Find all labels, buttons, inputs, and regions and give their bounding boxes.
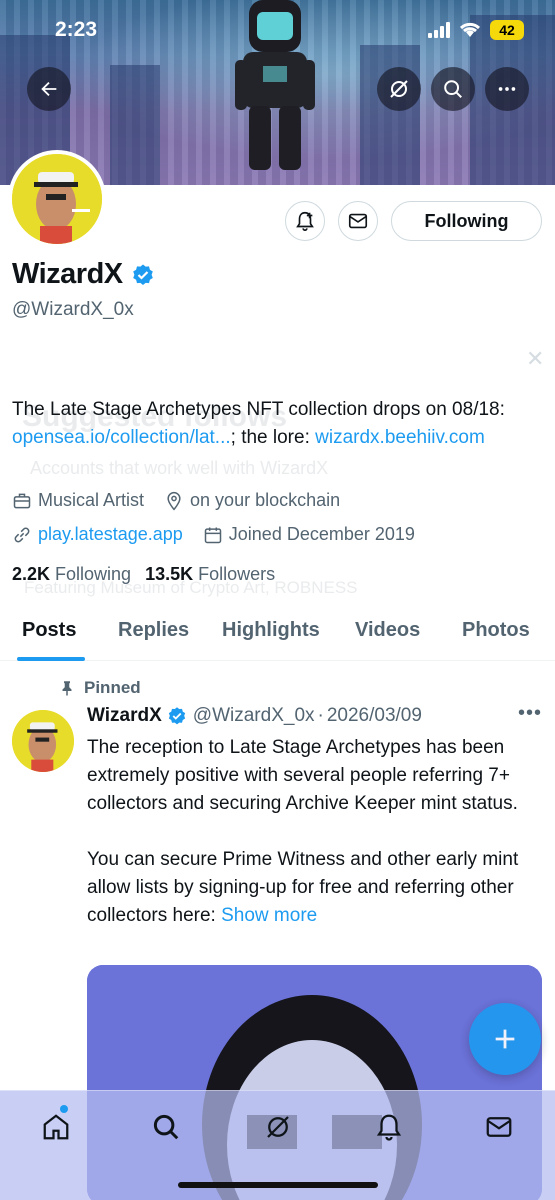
grok-button[interactable] xyxy=(377,67,421,111)
profile-avatar[interactable] xyxy=(8,150,106,248)
following-stat[interactable]: 2.2K Following xyxy=(12,564,131,585)
bio-text: ; the lore: xyxy=(230,427,316,448)
nav-home[interactable] xyxy=(40,1111,72,1143)
pinned-text: Pinned xyxy=(84,678,141,697)
more-options-button[interactable] xyxy=(485,67,529,111)
active-tab-indicator xyxy=(17,657,85,661)
profile-location: on your blockchain xyxy=(190,490,341,510)
tab-highlights[interactable]: Highlights xyxy=(222,619,320,642)
wifi-icon xyxy=(459,22,481,37)
envelope-icon xyxy=(486,1117,512,1137)
tab-replies[interactable]: Replies xyxy=(118,619,189,642)
back-button[interactable] xyxy=(27,67,71,111)
post-date[interactable]: 2026/03/09 xyxy=(327,705,422,727)
notification-subscribe-button[interactable] xyxy=(285,201,325,241)
tab-photos[interactable]: Photos xyxy=(462,619,530,642)
bell-icon xyxy=(376,1114,402,1141)
more-icon xyxy=(498,87,516,91)
dismiss-suggestions-icon[interactable]: ✕ xyxy=(526,346,544,372)
post-separator: · xyxy=(317,705,324,726)
bio-opensea-link[interactable]: opensea.io/collection/lat... xyxy=(12,427,231,448)
search-icon xyxy=(153,1114,179,1140)
nav-grok[interactable] xyxy=(262,1111,294,1143)
followers-count: 13.5K xyxy=(145,564,194,584)
post-header: WizardX @WizardX_0x · 2026/03/09 xyxy=(87,705,422,727)
following-label: Following xyxy=(55,564,132,584)
followers-stat[interactable]: 13.5K Followers xyxy=(145,564,275,585)
envelope-icon xyxy=(348,213,368,229)
post-author-handle[interactable]: @WizardX_0x xyxy=(193,705,315,727)
grok-icon xyxy=(390,80,408,98)
bell-plus-icon xyxy=(296,211,314,231)
verified-badge-icon xyxy=(168,707,185,725)
compose-post-button[interactable] xyxy=(469,1003,541,1075)
suggested-follows-subtitle: Accounts that work well with WizardX xyxy=(30,458,329,478)
profile-category: Musical Artist xyxy=(38,490,145,510)
profile-name-row: WizardX xyxy=(12,258,155,291)
post-paragraph: The reception to Late Stage Archetypes h… xyxy=(87,737,518,814)
profile-meta-row: play.latestage.app Joined December 2019 xyxy=(12,524,435,545)
profile-name: WizardX xyxy=(12,258,123,290)
location-pin-icon xyxy=(167,491,181,510)
banner-building xyxy=(360,45,420,185)
battery-indicator: 42 xyxy=(490,20,524,40)
pin-icon xyxy=(62,681,72,696)
home-notification-dot xyxy=(60,1105,68,1113)
following-button[interactable]: Following xyxy=(391,201,542,241)
banner-building xyxy=(110,65,160,185)
grok-icon xyxy=(267,1116,289,1138)
tab-videos[interactable]: Videos xyxy=(355,619,420,642)
bio-lore-link[interactable]: wizardx.beehiiv.com xyxy=(315,427,485,448)
post-more-icon[interactable]: ••• xyxy=(518,702,542,725)
calendar-icon xyxy=(204,527,222,543)
ape-avatar-image xyxy=(12,710,74,772)
pinned-label: Pinned xyxy=(58,678,141,698)
status-time: 2:23 xyxy=(55,18,98,41)
message-button[interactable] xyxy=(338,201,378,241)
profile-website-link[interactable]: play.latestage.app xyxy=(38,524,183,545)
verified-badge-icon[interactable] xyxy=(131,263,155,287)
home-indicator[interactable] xyxy=(178,1182,378,1188)
arrow-left-icon xyxy=(41,81,57,97)
profile-meta-row: Musical Artist on your blockchain xyxy=(12,490,360,511)
profile-joined: Joined December 2019 xyxy=(228,524,415,544)
post-author-name[interactable]: WizardX xyxy=(87,705,162,727)
nav-search[interactable] xyxy=(150,1111,182,1143)
search-icon xyxy=(444,80,462,98)
follow-stats: 2.2K Following 13.5K Followers xyxy=(12,564,289,585)
tab-posts[interactable]: Posts xyxy=(22,619,76,642)
nav-messages[interactable] xyxy=(483,1111,515,1143)
ape-avatar-image xyxy=(12,154,102,244)
search-button[interactable] xyxy=(431,67,475,111)
following-count: 2.2K xyxy=(12,564,51,584)
status-bar: 2:23 42 xyxy=(0,0,555,60)
profile-handle: @WizardX_0x xyxy=(12,299,134,320)
home-icon xyxy=(43,1114,69,1140)
post-text: The reception to Late Stage Archetypes h… xyxy=(87,734,527,958)
plus-icon xyxy=(495,1029,515,1049)
link-icon xyxy=(14,527,30,542)
post-author-avatar[interactable] xyxy=(12,710,74,772)
bio-text: The Late Stage Archetypes NFT collection… xyxy=(12,399,505,420)
profile-bio: The Late Stage Archetypes NFT collection… xyxy=(12,396,542,452)
profile-tabs: Posts Replies Highlights Videos Photos xyxy=(0,603,555,661)
show-more-link[interactable]: Show more xyxy=(221,905,317,926)
followers-label: Followers xyxy=(198,564,276,584)
nav-notifications[interactable] xyxy=(373,1111,405,1143)
cellular-signal-icon xyxy=(428,22,450,38)
briefcase-icon xyxy=(13,493,31,508)
